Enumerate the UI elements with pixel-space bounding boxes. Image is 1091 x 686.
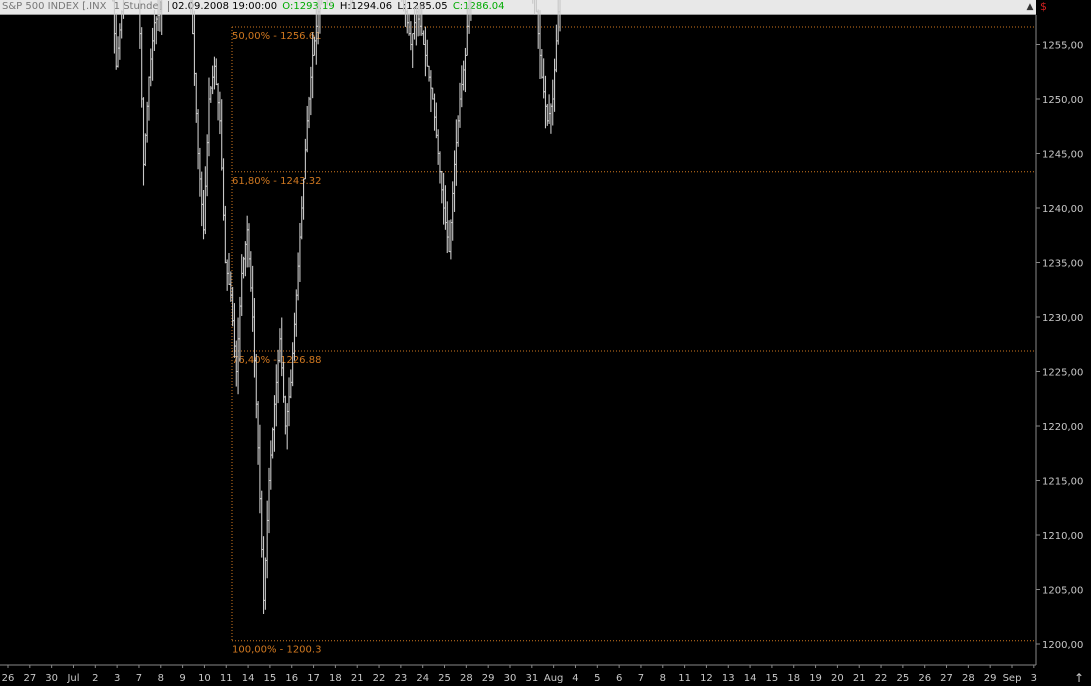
- price-tick-label: 1245,00: [1042, 150, 1083, 161]
- date-tick-label: 27: [23, 673, 36, 684]
- date-tick-label: 4: [572, 673, 578, 684]
- date-tick-label: 13: [722, 673, 735, 684]
- date-tick-label: Sep: [1003, 673, 1022, 684]
- date-tick-label: 26: [918, 673, 931, 684]
- date-tick-label: 15: [766, 673, 779, 684]
- date-tick-label: 29: [984, 673, 997, 684]
- date-tick-label: 11: [678, 673, 691, 684]
- price-tick-label: 1255,00: [1042, 41, 1083, 52]
- date-tick-label: 5: [594, 673, 600, 684]
- date-tick-label: 10: [198, 673, 211, 684]
- price-tick-label: 1250,00: [1042, 95, 1083, 106]
- date-tick-label: 30: [45, 673, 58, 684]
- date-tick-label: Aug: [544, 673, 564, 684]
- date-tick-label: 3: [1031, 673, 1037, 684]
- fib-label: 61,80% - 1243.32: [232, 176, 321, 187]
- date-tick-label: 7: [136, 673, 142, 684]
- date-tick-label: 22: [373, 673, 386, 684]
- date-tick-label: 29: [482, 673, 495, 684]
- date-tick-label: 2: [92, 673, 98, 684]
- price-tick-label: 1210,00: [1042, 531, 1083, 542]
- date-tick-label: 22: [875, 673, 888, 684]
- date-tick-label: 6: [616, 673, 622, 684]
- price-tick-label: 1200,00: [1042, 640, 1083, 651]
- date-axis: 26 27 30 Jul 2 3 7 8 9 10 11 14 15 16 17 18 21 22 23 24 25 28…: [2, 665, 1037, 684]
- date-tick-label: 18: [787, 673, 800, 684]
- date-tick-label: 17: [307, 673, 320, 684]
- date-tick-label: 8: [660, 673, 666, 684]
- date-tick-label: 20: [831, 673, 844, 684]
- date-tick-label: 12: [700, 673, 713, 684]
- scroll-up-icon[interactable]: ↑: [1074, 671, 1084, 685]
- date-tick-label: 21: [853, 673, 866, 684]
- date-tick-label: 21: [351, 673, 364, 684]
- date-tick-label: 3: [114, 673, 120, 684]
- fibonacci-layer: 0,00% - 1312.9123,60% - 1286.3338,20% - …: [231, 26, 1036, 656]
- fib-label: 50,00% - 1256.61: [232, 31, 321, 42]
- date-tick-label: 27: [940, 673, 953, 684]
- date-tick-label: 25: [897, 673, 910, 684]
- price-tick-label: 1235,00: [1042, 259, 1083, 270]
- date-tick-label: 31: [525, 673, 538, 684]
- date-tick-label: 28: [460, 673, 473, 684]
- fib-label: 100,00% - 1200.3: [232, 645, 321, 656]
- date-tick-label: 11: [220, 673, 233, 684]
- price-tick-label: 1205,00: [1042, 586, 1083, 597]
- date-tick-label: 23: [395, 673, 408, 684]
- price-tick-label: 1215,00: [1042, 477, 1083, 488]
- date-tick-label: 26: [2, 673, 15, 684]
- date-tick-label: 28: [962, 673, 975, 684]
- price-tick-label: 1240,00: [1042, 204, 1083, 215]
- date-tick-label: 19: [809, 673, 822, 684]
- date-tick-label: 14: [744, 673, 757, 684]
- price-tick-label: 1230,00: [1042, 313, 1083, 324]
- date-tick-label: 7: [638, 673, 644, 684]
- date-tick-label: Jul: [66, 673, 79, 684]
- date-tick-label: 16: [285, 673, 298, 684]
- date-tick-label: 18: [329, 673, 342, 684]
- price-tick-label: 1225,00: [1042, 368, 1083, 379]
- price-bars-layer: [112, 0, 561, 614]
- date-tick-label: 8: [158, 673, 164, 684]
- price-chart[interactable]: 0,00% - 1312.9123,60% - 1286.3338,20% - …: [0, 0, 1091, 686]
- date-tick-label: 24: [416, 673, 429, 684]
- date-tick-label: 25: [438, 673, 451, 684]
- price-tick-label: 1220,00: [1042, 422, 1083, 433]
- date-tick-label: 9: [179, 673, 185, 684]
- date-tick-label: 30: [504, 673, 517, 684]
- date-tick-label: 15: [264, 673, 277, 684]
- date-tick-label: 14: [242, 673, 255, 684]
- grid-layer: [0, 15, 1037, 666]
